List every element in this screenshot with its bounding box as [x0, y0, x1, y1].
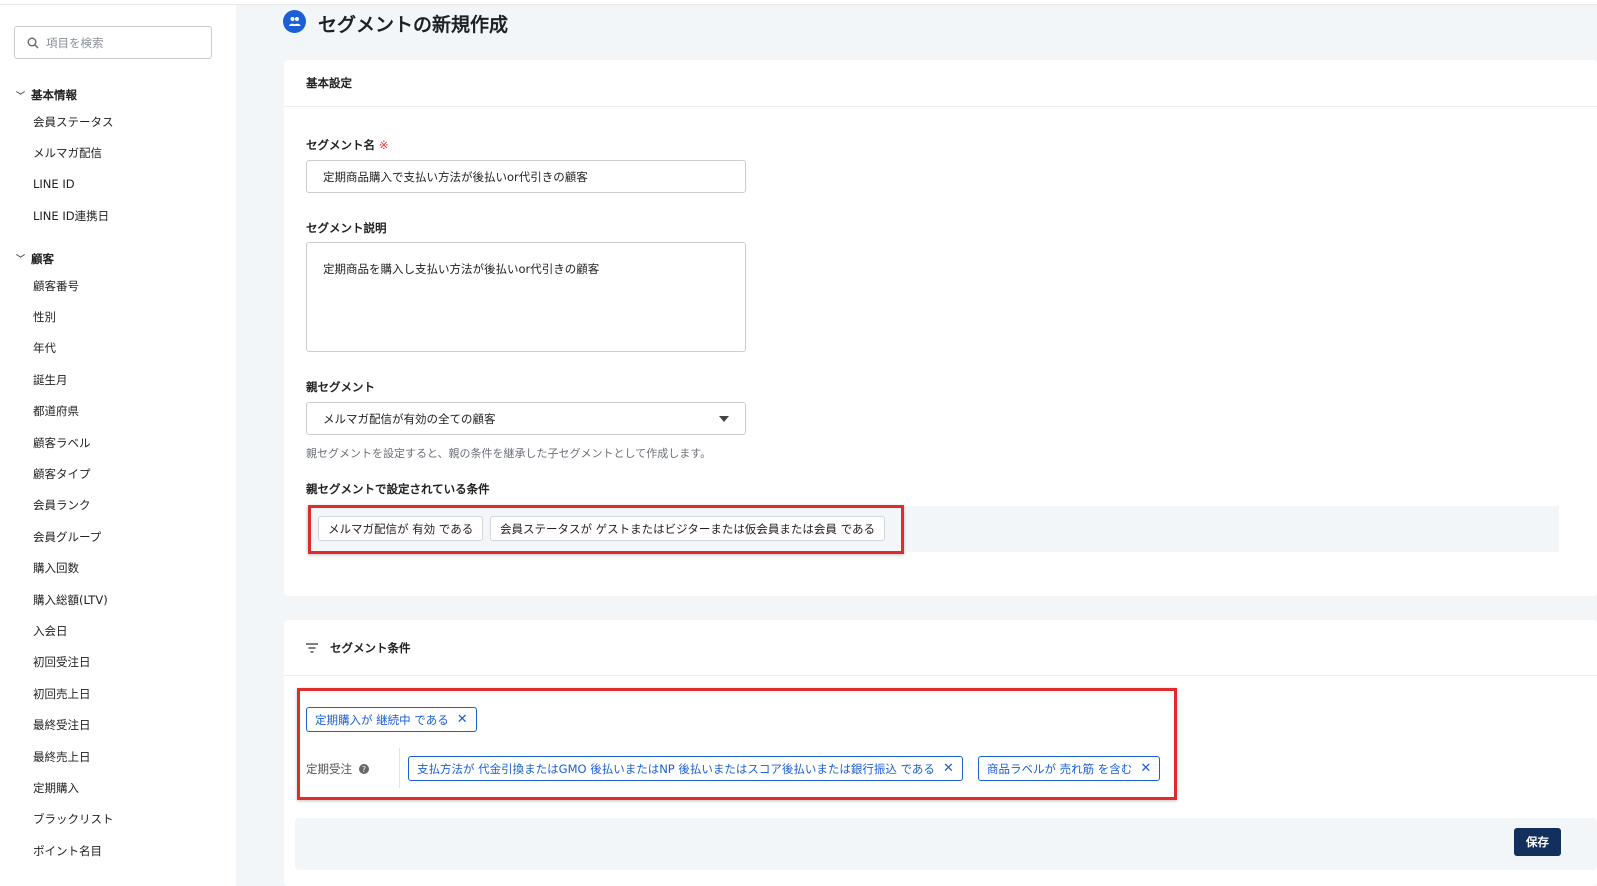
sidebar-group[interactable]: ﹀ 基本情報 — [16, 87, 77, 103]
sidebar-item[interactable]: 会員グループ — [33, 529, 101, 545]
search-placeholder: 項目を検索 — [46, 35, 104, 50]
sidebar-item[interactable]: 購入回数 — [33, 560, 79, 576]
sidebar-group[interactable]: ﹀ 顧客 — [16, 251, 54, 267]
parent-conditions-label: 親セグメントで設定されている条件 — [306, 482, 490, 496]
sidebar-item[interactable]: ブラックリスト — [33, 811, 114, 827]
footer-bar — [295, 818, 1597, 870]
sidebar-item[interactable]: 会員ランク — [33, 497, 91, 513]
sidebar-item[interactable]: 初回受注日 — [33, 654, 91, 670]
annotation-highlight — [308, 505, 904, 554]
sidebar-item[interactable]: ポイント名目 — [33, 843, 102, 859]
chevron-down-icon: ﹀ — [16, 91, 26, 102]
sidebar-item[interactable]: 顧客番号 — [33, 278, 79, 294]
sidebar-item[interactable]: 性別 — [33, 309, 56, 325]
sidebar-item[interactable]: 入会日 — [33, 623, 68, 639]
sidebar-item[interactable]: 最終売上日 — [33, 749, 91, 765]
annotation-highlight — [297, 688, 1177, 800]
segment-name-input[interactable]: 定期商品購入で支払い方法が後払いor代引きの顧客 — [306, 160, 746, 193]
page-title: セグメントの新規作成 — [318, 14, 509, 36]
segment-conditions-heading: セグメント条件 — [330, 640, 411, 655]
chevron-down-icon: ﹀ — [16, 255, 26, 266]
sidebar-item[interactable]: 年代 — [33, 340, 56, 356]
sidebar-item[interactable]: 定期購入 — [33, 780, 79, 796]
sidebar-item[interactable]: 購入総額(LTV) — [33, 592, 108, 608]
sidebar-item[interactable]: 顧客タイプ — [33, 466, 91, 482]
sidebar: 項目を検索 ﹀ 基本情報会員ステータス メルマガ配信 LINE ID LINE ID連携… — [0, 5, 236, 886]
parent-segment-help: 親セグメントを設定すると、親の条件を継承した子セグメントとして作成します。 — [306, 447, 712, 460]
sidebar-item[interactable]: LINE ID連携日 — [33, 208, 109, 224]
filter-icon — [306, 642, 318, 653]
sidebar-item[interactable]: 最終受注日 — [33, 717, 91, 733]
sidebar-item[interactable]: 顧客ラベル — [33, 435, 91, 451]
sidebar-item[interactable]: メルマガ配信 — [33, 145, 102, 161]
parent-segment-label: 親セグメント — [306, 380, 375, 394]
sidebar-item[interactable]: 初回売上日 — [33, 686, 91, 702]
sidebar-item[interactable]: 誕生月 — [33, 372, 68, 388]
sidebar-item[interactable]: LINE ID — [33, 177, 75, 191]
segment-users-icon — [283, 10, 306, 33]
segment-description-textarea[interactable]: 定期商品を購入し支払い方法が後払いor代引きの顧客 — [306, 242, 746, 352]
basic-settings-heading: 基本設定 — [284, 60, 1597, 107]
sidebar-item[interactable]: 会員ステータス — [33, 114, 114, 130]
caret-down-icon — [719, 415, 729, 422]
segment-description-label: セグメント説明 — [306, 221, 387, 235]
segment-name-label: セグメント名 ※ — [306, 138, 389, 152]
save-button[interactable]: 保存 — [1514, 828, 1561, 856]
search-icon — [27, 37, 39, 48]
search-input[interactable]: 項目を検索 — [14, 26, 212, 59]
required-mark: ※ — [379, 138, 389, 152]
segment-conditions-header: セグメント条件 — [284, 620, 1597, 676]
parent-segment-select[interactable]: メルマガ配信が有効の全ての顧客 — [306, 402, 746, 435]
sidebar-item[interactable]: 都道府県 — [33, 403, 79, 419]
top-bar — [0, 0, 1597, 5]
parent-segment-value: メルマガ配信が有効の全ての顧客 — [323, 411, 496, 426]
